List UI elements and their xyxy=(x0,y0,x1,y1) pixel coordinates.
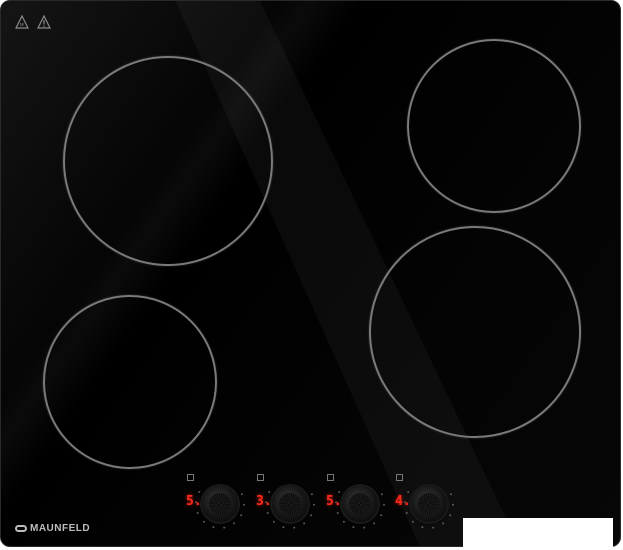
power-scale-dot xyxy=(338,491,341,493)
zone-indicator-icon xyxy=(187,474,194,481)
control-knob-rear-left[interactable] xyxy=(202,486,238,522)
power-scale-dot xyxy=(313,503,315,506)
power-scale-dot xyxy=(310,514,313,517)
power-scale-dot xyxy=(268,491,271,493)
hot-surface-warning-icon xyxy=(15,15,29,29)
power-scale-dot xyxy=(196,512,199,514)
power-scale-dot xyxy=(449,493,452,496)
power-scale-dot xyxy=(202,520,205,523)
power-level-display: 4. xyxy=(395,494,411,509)
cooking-zone-rear-right xyxy=(407,39,581,213)
zone-indicator-icon xyxy=(327,474,334,481)
power-scale-dot xyxy=(212,526,215,529)
power-scale-dot xyxy=(282,526,285,529)
zone-indicator-icon xyxy=(257,474,264,481)
cooking-zone-front-right xyxy=(369,226,581,438)
control-knob-front-right[interactable] xyxy=(342,486,378,522)
control-unit-4: 4. xyxy=(395,474,455,535)
power-scale-dot xyxy=(240,514,243,517)
power-level-display: 3. xyxy=(256,494,272,509)
maunfeld-logo-icon xyxy=(15,525,27,532)
cooking-zone-front-left xyxy=(43,295,217,469)
blank-overlay xyxy=(463,518,613,550)
power-scale-dot xyxy=(223,526,226,529)
power-scale-dot xyxy=(383,503,385,506)
power-scale-dot xyxy=(336,512,339,514)
power-scale-dot xyxy=(407,491,410,493)
power-scale-dot xyxy=(421,526,424,529)
cooktop-glass-surface: 5. 3. 5. 4. MAUNFELD xyxy=(0,0,621,547)
power-scale-dot xyxy=(310,493,313,496)
power-scale-dot xyxy=(272,520,275,523)
power-scale-dot xyxy=(293,526,296,529)
power-scale-dot xyxy=(352,526,355,529)
power-scale-dot xyxy=(363,526,366,529)
power-scale-dot xyxy=(411,520,414,523)
brand-logo: MAUNFELD xyxy=(15,523,90,534)
control-unit-1: 5. xyxy=(186,474,246,535)
power-scale-dot xyxy=(373,522,376,525)
power-scale-dot xyxy=(243,503,245,506)
power-level-display: 5. xyxy=(186,494,202,509)
power-scale-dot xyxy=(449,514,452,517)
power-scale-dot xyxy=(240,493,243,496)
power-scale-dot xyxy=(266,512,269,514)
power-scale-dot xyxy=(342,520,345,523)
power-scale-dot xyxy=(442,522,445,525)
power-level-display: 5. xyxy=(326,494,342,509)
zone-indicator-icon xyxy=(396,474,403,481)
control-knob-rear-right[interactable] xyxy=(411,486,447,522)
power-scale-dot xyxy=(303,522,306,525)
cooking-zone-rear-left xyxy=(63,56,273,266)
control-knob-front-left[interactable] xyxy=(272,486,308,522)
caution-warning-icon xyxy=(37,15,51,29)
power-scale-dot xyxy=(198,491,201,493)
power-scale-dot xyxy=(233,522,236,525)
power-scale-dot xyxy=(452,503,454,506)
control-unit-3: 5. xyxy=(326,474,386,535)
power-scale-dot xyxy=(432,526,435,529)
power-scale-dot xyxy=(380,514,383,517)
power-scale-dot xyxy=(380,493,383,496)
power-scale-dot xyxy=(405,512,408,514)
control-unit-2: 3. xyxy=(256,474,316,535)
brand-name: MAUNFELD xyxy=(30,523,91,534)
